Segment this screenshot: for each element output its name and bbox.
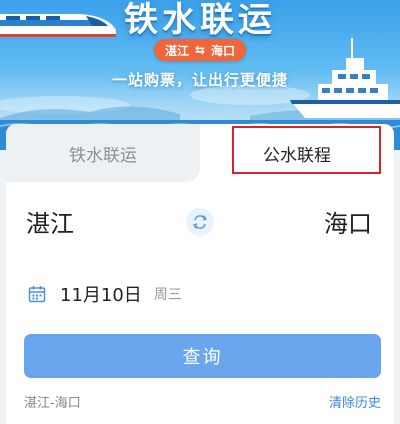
calendar-icon bbox=[28, 286, 46, 303]
banner-slogan: 一站购票，让出行更便捷 bbox=[111, 71, 288, 89]
station-row: 湛江 海口 bbox=[6, 204, 394, 244]
to-station[interactable]: 海口 bbox=[324, 204, 372, 239]
route-from: 湛江 bbox=[164, 43, 189, 58]
route-pill: 湛江 ⇆ 海口 bbox=[154, 39, 246, 61]
query-button[interactable]: 查询 bbox=[24, 334, 381, 378]
swap-arrows-icon: ⇆ bbox=[194, 43, 206, 57]
tab-rail-water[interactable]: 铁水联运 bbox=[6, 124, 200, 182]
route-to: 海口 bbox=[211, 43, 236, 58]
mode-tabs: 铁水联运 公水联程 bbox=[6, 124, 394, 182]
history-item[interactable]: 湛江-海口 bbox=[24, 392, 81, 411]
booking-card: 铁水联运 公水联程 湛江 海口 11月10日 周三 查询 湛江-海口 清除历史 bbox=[6, 124, 394, 424]
swap-icon bbox=[193, 215, 207, 229]
from-station[interactable]: 湛江 bbox=[26, 204, 74, 239]
banner-title: 铁水联运 bbox=[124, 0, 276, 40]
swap-stations-button[interactable] bbox=[186, 208, 214, 236]
date-row[interactable]: 11月10日 周三 bbox=[28, 280, 182, 308]
tab-road-water[interactable]: 公水联程 bbox=[200, 124, 394, 182]
search-history: 湛江-海口 清除历史 bbox=[24, 392, 381, 411]
departure-date[interactable]: 11月10日 bbox=[60, 281, 142, 307]
weekday-label: 周三 bbox=[153, 287, 182, 303]
clear-history-button[interactable]: 清除历史 bbox=[329, 392, 381, 411]
